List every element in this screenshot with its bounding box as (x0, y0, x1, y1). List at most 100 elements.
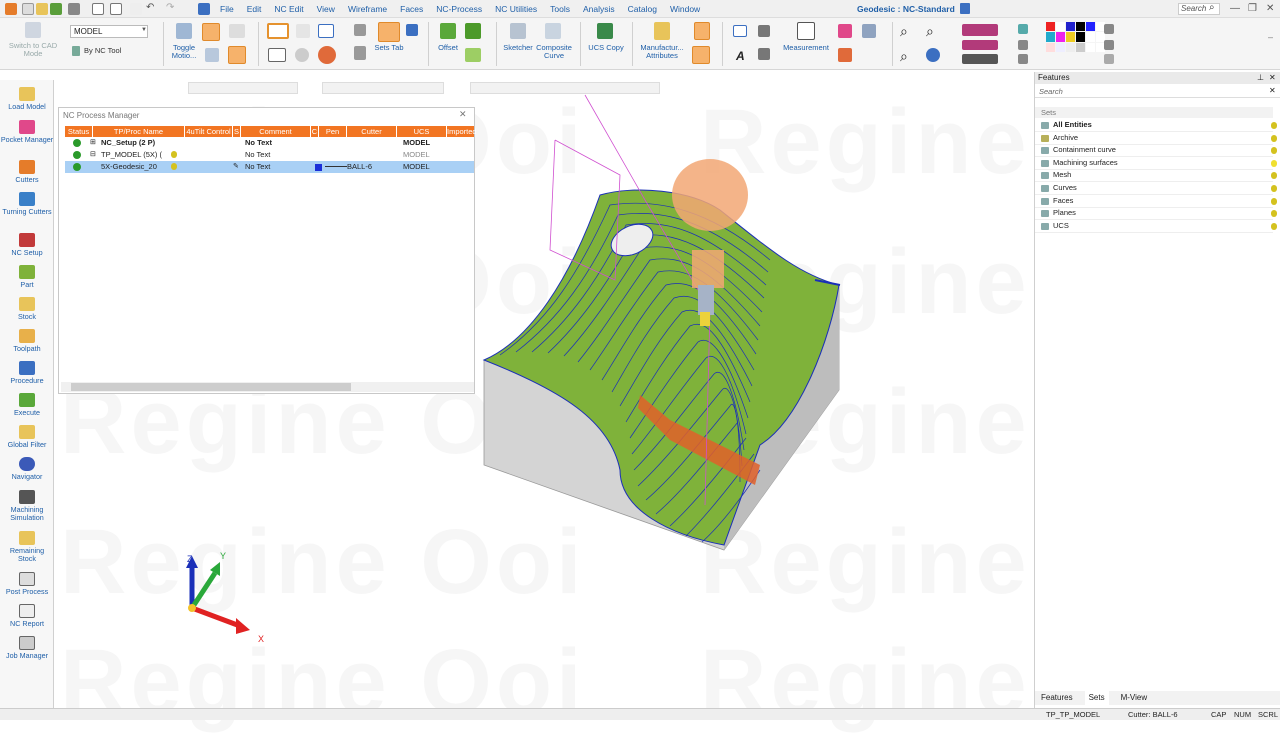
zoom-out-icon[interactable]: ⌕ (900, 48, 908, 65)
menu-nc-utilities[interactable]: NC Utilities (495, 4, 537, 14)
dimension-icon[interactable] (733, 25, 747, 37)
job-manager-tool[interactable]: Job Manager (0, 636, 54, 660)
close-icon[interactable]: ✕ (459, 109, 467, 120)
color-icon[interactable] (838, 24, 852, 38)
close-icon[interactable]: ✕ (1269, 73, 1276, 82)
attribute-edit-icon[interactable] (692, 46, 710, 64)
pocket-manager-tool[interactable]: Pocket Manager (0, 120, 54, 144)
table-row-selected[interactable]: 5X-Geodesic_20 ✎ No Text BALL-6 MODEL (65, 161, 474, 173)
toolpath-tool[interactable]: Toolpath (0, 329, 54, 353)
list-item[interactable]: Mesh (1035, 169, 1277, 182)
stock-icon[interactable] (228, 46, 246, 64)
clear-search-icon[interactable]: ✕ (1269, 86, 1276, 95)
sets-tab-button[interactable]: Sets Tab (372, 44, 406, 52)
selection-tools[interactable] (188, 82, 298, 94)
list-item[interactable]: All Entities (1035, 119, 1277, 132)
visibility-bulb-icon[interactable] (1271, 172, 1277, 179)
pen-icon[interactable] (862, 24, 876, 38)
panel-icon[interactable] (960, 3, 970, 14)
visibility-bulb-icon[interactable] (171, 151, 177, 158)
stock-tool[interactable]: Stock (0, 297, 54, 321)
visibility-bulb-icon[interactable] (1271, 185, 1277, 192)
menu-analysis[interactable]: Analysis (583, 4, 615, 14)
tab-features[interactable]: Features (1041, 691, 1073, 705)
load-icon[interactable] (50, 3, 62, 15)
display-icon[interactable] (318, 24, 334, 38)
list-icon[interactable] (268, 48, 286, 62)
cutters-tool[interactable]: Cutters (0, 160, 54, 184)
nc-filter-icon[interactable] (202, 23, 220, 41)
visibility-bulb-icon[interactable] (1271, 147, 1277, 154)
table-row[interactable]: ⊞ NC_Setup (2 P) No Text MODEL (65, 137, 474, 149)
menu-tools[interactable]: Tools (550, 4, 570, 14)
composite-curve-button[interactable]: Composite Curve (533, 44, 575, 60)
list-item[interactable]: Machining surfaces (1035, 157, 1277, 170)
info-icon[interactable] (295, 48, 309, 62)
turning-cutters-tool[interactable]: Turning Cutters (0, 192, 54, 216)
brush-icon[interactable] (1104, 54, 1114, 64)
text-icon[interactable]: A (736, 49, 745, 63)
attribute-filter-icon[interactable] (694, 22, 710, 40)
col-status[interactable]: Status (65, 126, 93, 137)
list-item[interactable]: Faces (1035, 195, 1277, 208)
machining-simulation-tool[interactable]: Machining Simulation (0, 490, 54, 522)
list-item[interactable]: UCS (1035, 220, 1277, 233)
remaining-stock-tool[interactable]: Remaining Stock (0, 531, 54, 563)
menu-file[interactable]: File (220, 4, 234, 14)
col-ucs[interactable]: UCS (397, 126, 447, 137)
col-pen[interactable]: Pen (319, 126, 347, 137)
motion-icon[interactable] (205, 48, 219, 62)
manufacturing-attributes-button[interactable]: Manufactur... Attributes (636, 44, 688, 60)
open-folder-icon[interactable] (36, 3, 48, 15)
minimize-button[interactable]: — (1230, 3, 1240, 14)
switch-cad-button[interactable]: Switch to CAD Mode (8, 42, 58, 58)
visibility-bulb-icon[interactable] (1271, 198, 1277, 205)
post-process-tool[interactable]: Post Process (0, 572, 54, 596)
screen-icon[interactable] (198, 3, 210, 15)
visibility-bulb-icon[interactable] (1271, 160, 1277, 167)
load-model-tool[interactable]: Load Model (0, 87, 54, 111)
table-row[interactable]: ⊟ TP_MODEL (5X) ( No Text MODEL (65, 149, 474, 161)
new-file-icon[interactable] (22, 3, 34, 15)
pin-icon[interactable]: ⊥ (1257, 73, 1264, 82)
display-tools[interactable] (322, 82, 444, 94)
list-item[interactable]: Curves (1035, 182, 1277, 195)
surface-icon[interactable] (465, 23, 481, 39)
grid-icon[interactable] (1018, 40, 1028, 50)
close-button[interactable]: ✕ (1266, 3, 1274, 14)
view-render-icon[interactable] (962, 54, 998, 64)
redo-icon[interactable]: ↷ (166, 2, 174, 13)
global-filter-tool[interactable]: Global Filter (0, 425, 54, 449)
sets-small-icon[interactable] (406, 24, 418, 36)
sketcher-button[interactable]: Sketcher (500, 44, 536, 52)
col-cutter[interactable]: Cutter (347, 126, 397, 137)
col-comment[interactable]: Comment (241, 126, 311, 137)
expand-icon[interactable]: ⊞ (90, 137, 96, 149)
collapse-icon[interactable]: ⊟ (90, 149, 96, 161)
offset-button[interactable]: Offset (434, 44, 462, 52)
col-s[interactable]: S (233, 126, 241, 137)
surface-edit-icon[interactable] (465, 48, 481, 62)
menu-window[interactable]: Window (670, 4, 700, 14)
pan-icon[interactable] (926, 48, 940, 62)
menu-nc-edit[interactable]: NC Edit (274, 4, 303, 14)
align-icon[interactable] (354, 46, 366, 60)
settings-icon[interactable] (68, 3, 80, 15)
edit-icon[interactable]: ✎ (233, 161, 239, 173)
tab-m-view[interactable]: M-View (1121, 691, 1148, 705)
search-icon[interactable]: ⌕ (1209, 2, 1215, 13)
menu-edit[interactable]: Edit (247, 4, 262, 14)
window-view-icon[interactable] (267, 23, 289, 39)
symbol-icon[interactable] (758, 48, 770, 60)
model-viewport[interactable] (470, 90, 860, 560)
ribbon-minimize-icon[interactable]: – (1268, 32, 1273, 42)
layout-icon[interactable] (110, 3, 122, 15)
visibility-bulb-icon[interactable] (1271, 122, 1277, 129)
visibility-bulb-icon[interactable] (1271, 223, 1277, 230)
navigator-tool[interactable]: Navigator (0, 457, 54, 481)
view-orientation-icon[interactable] (962, 40, 998, 50)
menu-view[interactable]: View (317, 4, 335, 14)
features-search-input[interactable]: Search (1035, 86, 1280, 98)
note-icon[interactable] (758, 25, 770, 37)
scrollbar-thumb[interactable] (71, 383, 351, 391)
